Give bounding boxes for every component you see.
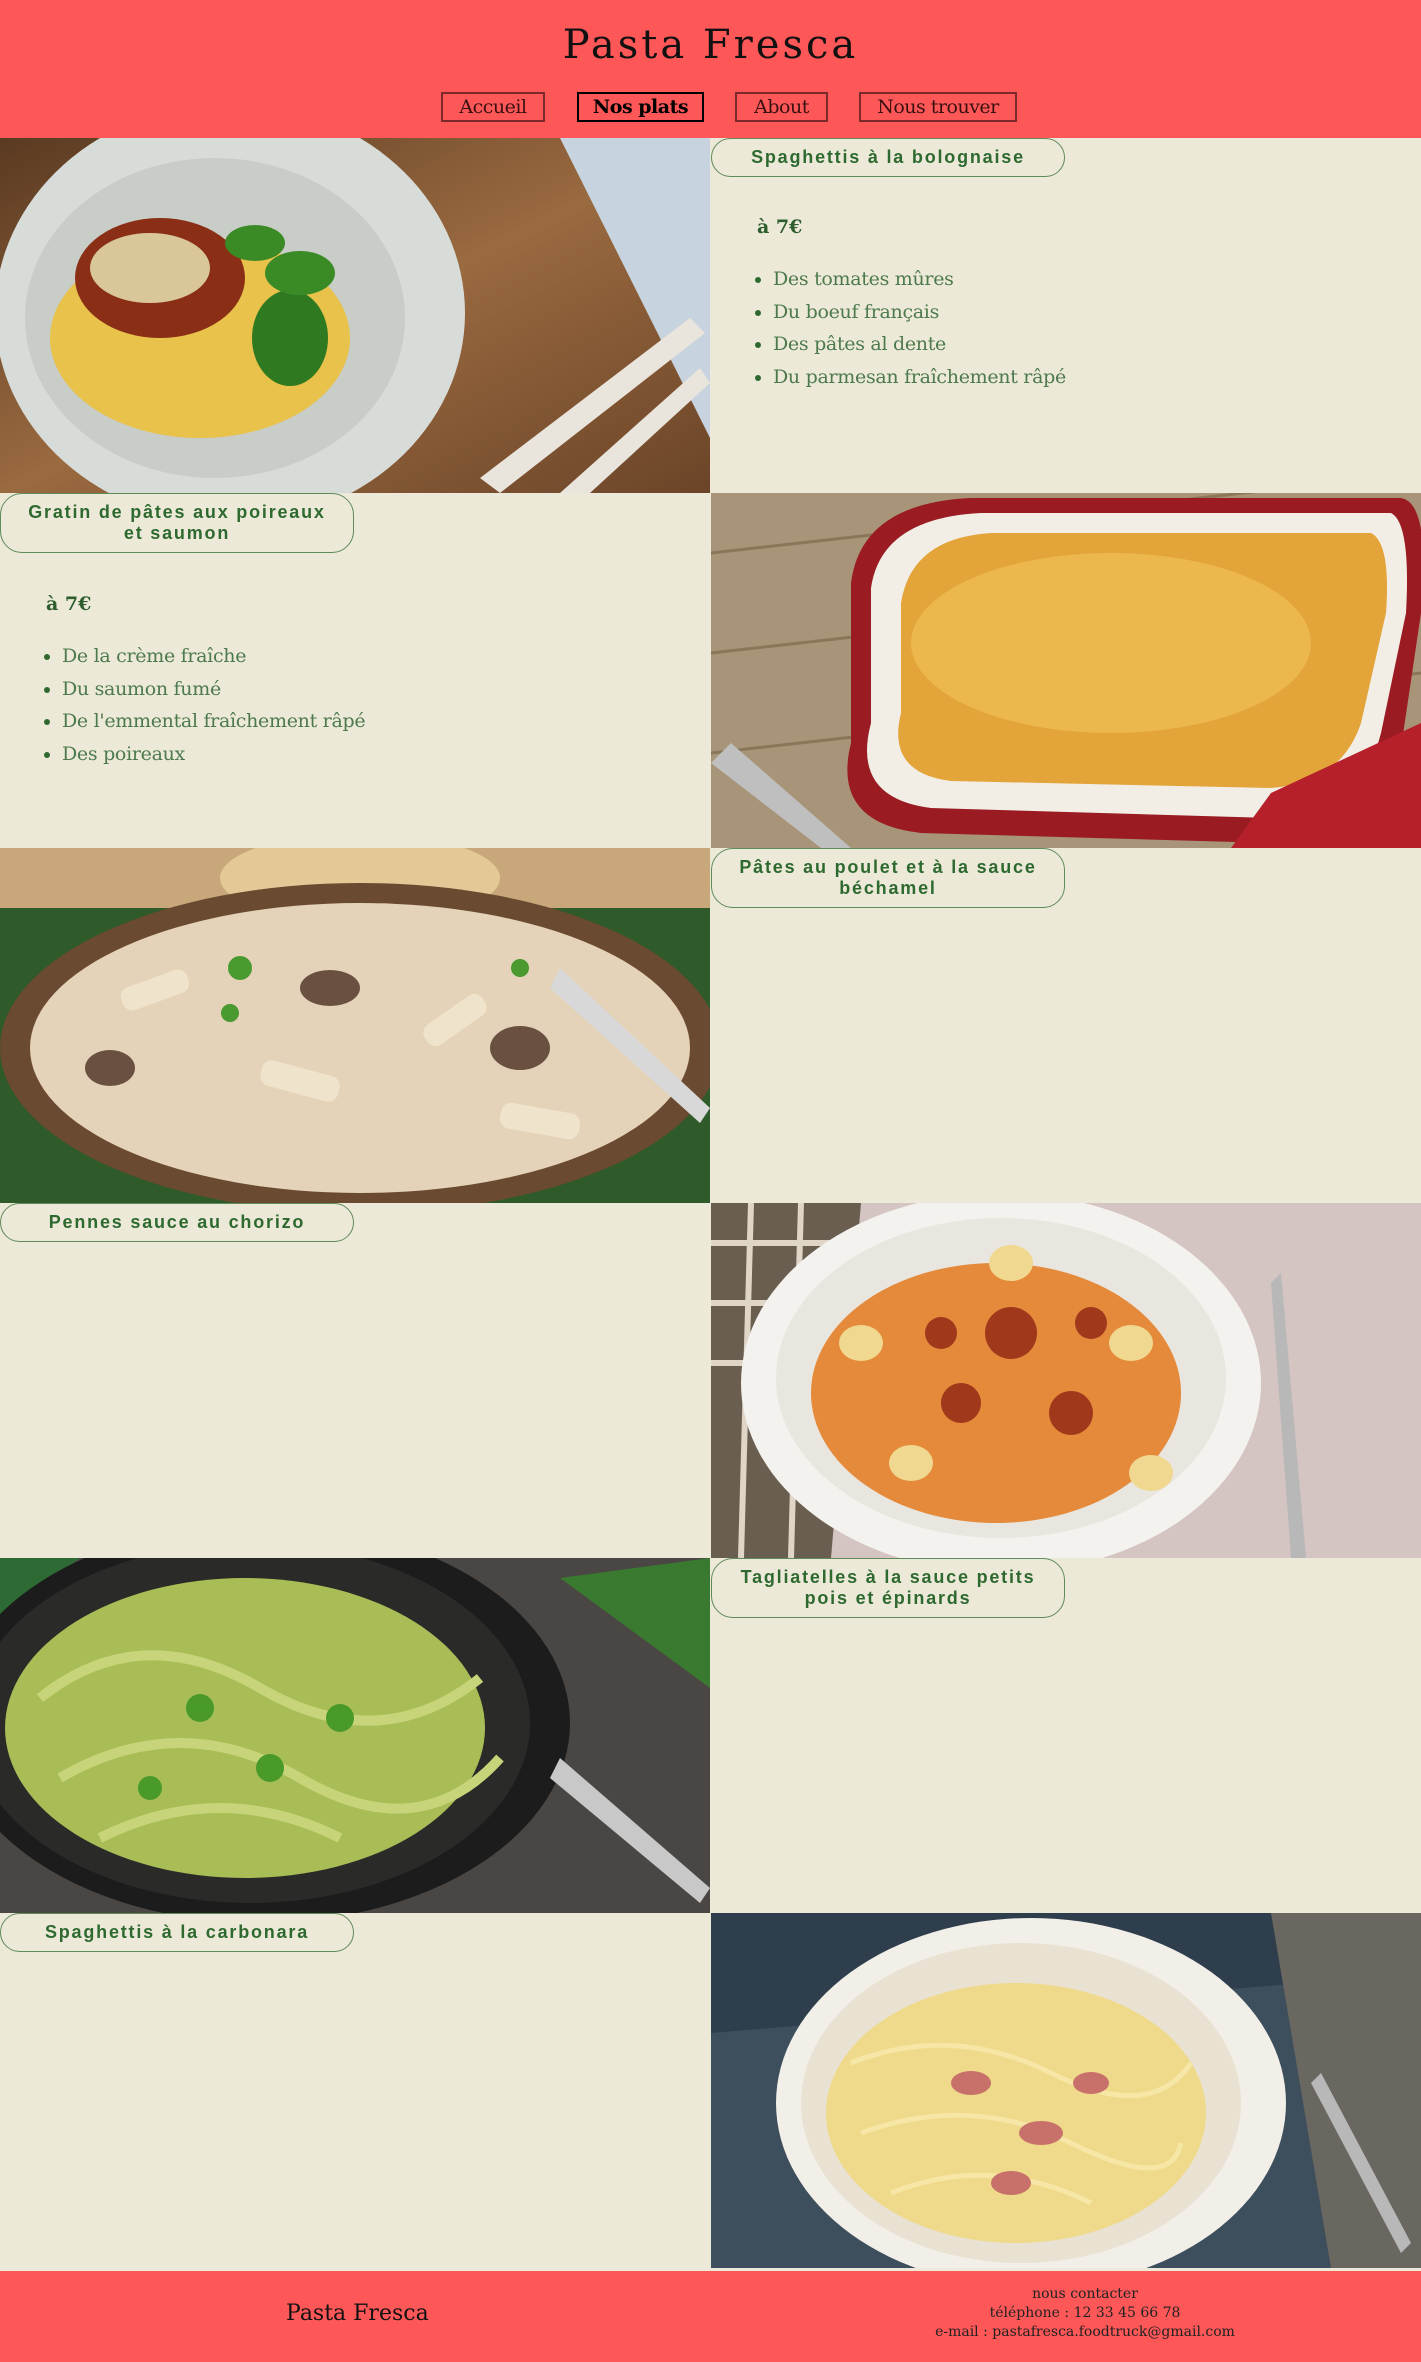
- dish-price: à 7€: [46, 593, 92, 615]
- dish-name-badge: Spaghettis à la bolognaise: [711, 138, 1065, 177]
- nav-nous-trouver[interactable]: Nous trouver: [859, 92, 1017, 122]
- nav-accueil[interactable]: Accueil: [441, 92, 545, 122]
- penne-chicken-photo: [0, 848, 710, 1203]
- ingredient-item: Des pâtes al dente: [773, 328, 1066, 361]
- ingredient-item: De la crème fraîche: [62, 640, 365, 673]
- ingredient-list: Des tomates mûres Du boeuf français Des …: [773, 263, 1066, 393]
- dish-row: Pennes sauce au chorizo: [0, 1203, 1421, 1558]
- dish-info-cell: Spaghettis à la bolognaise à 7€ Des toma…: [711, 138, 1421, 493]
- gratin-photo: [711, 493, 1421, 848]
- dish-row: Gratin de pâtes aux poireaux et saumon à…: [0, 493, 1421, 848]
- ingredient-list: De la crème fraîche Du saumon fumé De l'…: [62, 640, 366, 771]
- ingredient-item: Des poireaux: [62, 738, 365, 771]
- dish-photo-cell: [711, 1913, 1421, 2268]
- dish-name-badge: Tagliatelles à la sauce petits pois et é…: [711, 1558, 1065, 1618]
- dish-name-badge: Gratin de pâtes aux poireaux et saumon: [0, 493, 354, 553]
- chorizo-pasta-photo: [711, 1203, 1421, 1558]
- dish-row: Spaghettis à la carbonara: [0, 1913, 1421, 2268]
- dish-info-cell: Spaghettis à la carbonara: [0, 1913, 710, 2268]
- contact-title: nous contacter: [1032, 2286, 1138, 2302]
- carbonara-photo: [711, 1913, 1421, 2268]
- main-nav: Accueil Nos plats About Nous trouver: [0, 92, 1421, 122]
- contact-phone: téléphone : 12 33 45 66 78: [989, 2305, 1181, 2321]
- nav-nos-plats[interactable]: Nos plats: [577, 92, 704, 122]
- contact-email[interactable]: e-mail : pastafresca.foodtruck@gmail.com: [880, 2323, 1290, 2342]
- dish-price: à 7€: [757, 216, 803, 238]
- site-footer: Pasta Fresca nous contacter téléphone : …: [0, 2271, 1421, 2362]
- dish-photo-cell: [0, 848, 710, 1203]
- dish-photo-cell: [711, 1203, 1421, 1558]
- dish-info-cell: Tagliatelles à la sauce petits pois et é…: [711, 1558, 1421, 1913]
- ingredient-item: Du saumon fumé: [62, 673, 365, 706]
- dish-photo-cell: [711, 493, 1421, 848]
- footer-brand: Pasta Fresca: [286, 2301, 429, 2326]
- dish-row: Spaghettis à la bolognaise à 7€ Des toma…: [0, 138, 1421, 493]
- nav-about[interactable]: About: [735, 92, 828, 122]
- dish-name-badge: Spaghettis à la carbonara: [0, 1913, 354, 1952]
- site-title: Pasta Fresca: [562, 22, 859, 68]
- dish-info-cell: Pâtes au poulet et à la sauce béchamel: [711, 848, 1421, 1203]
- pesto-tagliatelle-photo: [0, 1558, 710, 1913]
- bolognese-photo: [0, 138, 710, 493]
- dish-info-cell: Gratin de pâtes aux poireaux et saumon à…: [0, 493, 710, 848]
- dish-row: Pâtes au poulet et à la sauce béchamel: [0, 848, 1421, 1203]
- footer-contact: nous contacter téléphone : 12 33 45 66 7…: [880, 2285, 1290, 2342]
- dish-name-badge: Pâtes au poulet et à la sauce béchamel: [711, 848, 1065, 908]
- dish-photo-cell: [0, 1558, 710, 1913]
- dish-name-badge: Pennes sauce au chorizo: [0, 1203, 354, 1242]
- dish-row: Tagliatelles à la sauce petits pois et é…: [0, 1558, 1421, 1913]
- ingredient-item: Des tomates mûres: [773, 263, 1066, 296]
- ingredient-item: De l'emmental fraîchement râpé: [62, 705, 366, 738]
- site-header: Pasta Fresca Accueil Nos plats About Nou…: [0, 0, 1421, 138]
- dish-photo-cell: [0, 138, 710, 493]
- ingredient-item: Du boeuf français: [773, 296, 1066, 329]
- ingredient-item: Du parmesan fraîchement râpé: [773, 361, 1066, 394]
- dish-info-cell: Pennes sauce au chorizo: [0, 1203, 710, 1558]
